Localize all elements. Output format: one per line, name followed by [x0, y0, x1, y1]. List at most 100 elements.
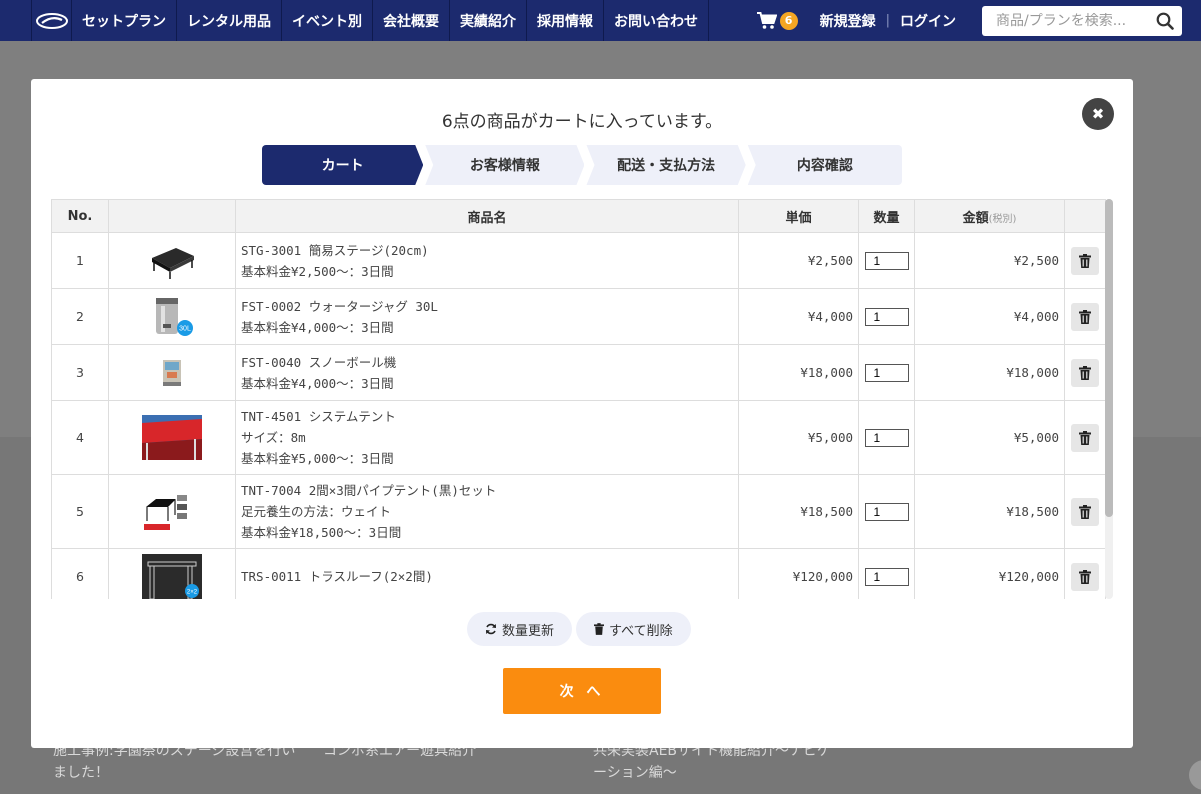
- trash-icon: [1079, 365, 1091, 380]
- row-qty-cell: [858, 548, 915, 599]
- cart-actions: 数量更新 すべて削除: [467, 612, 691, 646]
- row-product-name[interactable]: FST-0002 ウォータージャグ 30L: [241, 296, 733, 317]
- row-delete-cell: [1064, 288, 1106, 345]
- col-qty: 数量: [858, 199, 915, 233]
- delete-item-button[interactable]: [1071, 358, 1099, 387]
- row-unit-price: ¥18,000: [738, 344, 859, 401]
- row-product-name[interactable]: TNT-4501 システムテント: [241, 406, 733, 427]
- row-no: 2: [51, 288, 109, 345]
- water-jug-thumbnail[interactable]: 30L: [142, 294, 202, 339]
- row-qty-cell: [858, 344, 915, 401]
- scrollbar-thumb[interactable]: [1105, 199, 1113, 517]
- qty-input[interactable]: [864, 363, 909, 382]
- row-amount: ¥2,500: [914, 232, 1065, 289]
- delete-item-button[interactable]: [1071, 423, 1099, 452]
- delete-item-button[interactable]: [1071, 497, 1099, 526]
- stage-thumbnail[interactable]: [142, 238, 202, 283]
- table-row: 1 STG-3001 簡易ステージ(20cm) 基本料金¥2,500～：3日間 …: [51, 232, 1106, 289]
- nav-recruit[interactable]: 採用情報: [527, 0, 604, 41]
- nav-works[interactable]: 実績紹介: [450, 0, 527, 41]
- trash-icon: [1079, 253, 1091, 268]
- next-button[interactable]: 次 へ: [503, 668, 661, 714]
- row-product-detail: 足元養生の方法：ウェイト: [241, 504, 392, 519]
- row-thumb-cell: [108, 474, 236, 549]
- row-product-name[interactable]: STG-3001 簡易ステージ(20cm): [241, 240, 733, 261]
- delete-item-button[interactable]: [1071, 246, 1099, 275]
- update-quantity-button[interactable]: 数量更新: [467, 612, 573, 646]
- modal-title: 6点の商品がカートに入っています。: [441, 112, 723, 132]
- truss-roof-thumbnail[interactable]: 2×2: [142, 554, 202, 599]
- delete-all-label: すべて削除: [609, 623, 673, 639]
- row-thumb-cell: 30L: [108, 288, 236, 345]
- step-cart: カート: [262, 145, 423, 185]
- qty-input[interactable]: [864, 502, 909, 521]
- delete-all-button[interactable]: すべて削除: [576, 612, 691, 646]
- delete-item-button[interactable]: [1071, 562, 1099, 591]
- row-no: 6: [51, 548, 109, 599]
- thumb-badge: 2×2: [187, 590, 198, 596]
- pipe-tent-thumbnail[interactable]: [142, 489, 202, 534]
- qty-input[interactable]: [864, 307, 909, 326]
- system-tent-thumbnail[interactable]: [142, 415, 202, 460]
- search-icon[interactable]: [1156, 12, 1174, 30]
- thumb-badge: 30L: [179, 326, 191, 333]
- nav-rental-items[interactable]: レンタル用品: [177, 0, 282, 41]
- cart-table-container[interactable]: No. 商品名 単価 数量 金額(税別) 1 STG-3001 簡易ステージ(2…: [51, 199, 1114, 599]
- row-qty-cell: [858, 400, 915, 475]
- snowball-machine-thumbnail[interactable]: [142, 350, 202, 395]
- row-delete-cell: [1064, 400, 1106, 475]
- nav-company[interactable]: 会社概要: [373, 0, 450, 41]
- nav-contact[interactable]: お問い合わせ: [604, 0, 709, 41]
- row-unit-price: ¥4,000: [738, 288, 859, 345]
- checkout-steps: カート お客様情報 配送・支払方法 内容確認: [262, 145, 902, 185]
- top-navigation: セットプラン レンタル用品 イベント別 会社概要 実績紹介 採用情報 お問い合わ…: [0, 0, 1201, 41]
- row-thumb-cell: [108, 344, 236, 401]
- nav-by-event[interactable]: イベント別: [282, 0, 373, 41]
- row-product-detail: 基本料金¥5,000～：3日間: [241, 451, 394, 466]
- row-product-name[interactable]: FST-0040 スノーボール機: [241, 352, 733, 373]
- search-input[interactable]: [996, 12, 1156, 29]
- qty-input[interactable]: [864, 251, 909, 270]
- table-scrollbar[interactable]: [1105, 199, 1113, 599]
- row-unit-price: ¥120,000: [738, 548, 859, 599]
- row-no: 1: [51, 232, 109, 289]
- trash-icon: [1079, 569, 1091, 584]
- cart-modal: ✖ 6点の商品がカートに入っています。 カート お客様情報 配送・支払方法 内容…: [31, 79, 1133, 748]
- step-customer-info: お客様情報: [425, 145, 584, 185]
- nav-separator: |: [885, 13, 890, 28]
- site-logo[interactable]: [31, 0, 72, 41]
- row-amount: ¥18,000: [914, 344, 1065, 401]
- nav-set-plan[interactable]: セットプラン: [72, 0, 177, 41]
- row-product-detail: 基本料金¥4,000～：3日間: [241, 319, 394, 335]
- row-delete-cell: [1064, 548, 1106, 599]
- qty-input[interactable]: [864, 567, 909, 586]
- cart-icon: [756, 11, 777, 29]
- row-product-detail: 基本料金¥18,500～：3日間: [241, 525, 402, 540]
- row-name-cell: TNT-7004 2間×3間パイプテント(黒)セット 足元養生の方法：ウェイト …: [235, 474, 739, 549]
- cart-table: No. 商品名 単価 数量 金額(税別) 1 STG-3001 簡易ステージ(2…: [51, 199, 1106, 599]
- col-no: No.: [51, 199, 109, 233]
- col-amount-label: 金額: [962, 210, 989, 226]
- row-name-cell: STG-3001 簡易ステージ(20cm) 基本料金¥2,500～：3日間: [235, 232, 739, 289]
- row-thumb-cell: [108, 400, 236, 475]
- table-row: 4 TNT-4501 システムテント サイズ：8m 基本料金¥5,000～：3日…: [51, 400, 1106, 475]
- register-link[interactable]: 新規登録: [820, 11, 876, 31]
- login-link[interactable]: ログイン: [900, 11, 956, 31]
- row-name-cell: FST-0040 スノーボール機 基本料金¥4,000～：3日間: [235, 344, 739, 401]
- col-unit-price: 単価: [738, 199, 859, 233]
- delete-item-button[interactable]: [1071, 302, 1099, 331]
- table-row: 6 2×2 TRS-0011 トラスルーフ(2×2間) ¥120,000 1 ¥…: [51, 548, 1106, 599]
- logo-icon: [35, 12, 68, 29]
- row-product-name[interactable]: TNT-7004 2間×3間パイプテント(黒)セット: [241, 480, 733, 501]
- row-product-detail: 基本料金¥4,000～：3日間: [241, 375, 394, 391]
- row-name-cell: TRS-0011 トラスルーフ(2×2間): [235, 548, 739, 599]
- trash-icon: [1079, 504, 1091, 519]
- col-image: [108, 199, 236, 233]
- qty-input[interactable]: [864, 428, 909, 447]
- col-name: 商品名: [235, 199, 739, 233]
- row-amount: ¥5,000: [914, 400, 1065, 475]
- row-product-name[interactable]: TRS-0011 トラスルーフ(2×2間): [241, 566, 733, 587]
- step-delivery-payment: 配送・支払方法: [586, 145, 745, 185]
- cart-button[interactable]: 6: [756, 11, 798, 30]
- col-amount: 金額(税別): [914, 199, 1065, 233]
